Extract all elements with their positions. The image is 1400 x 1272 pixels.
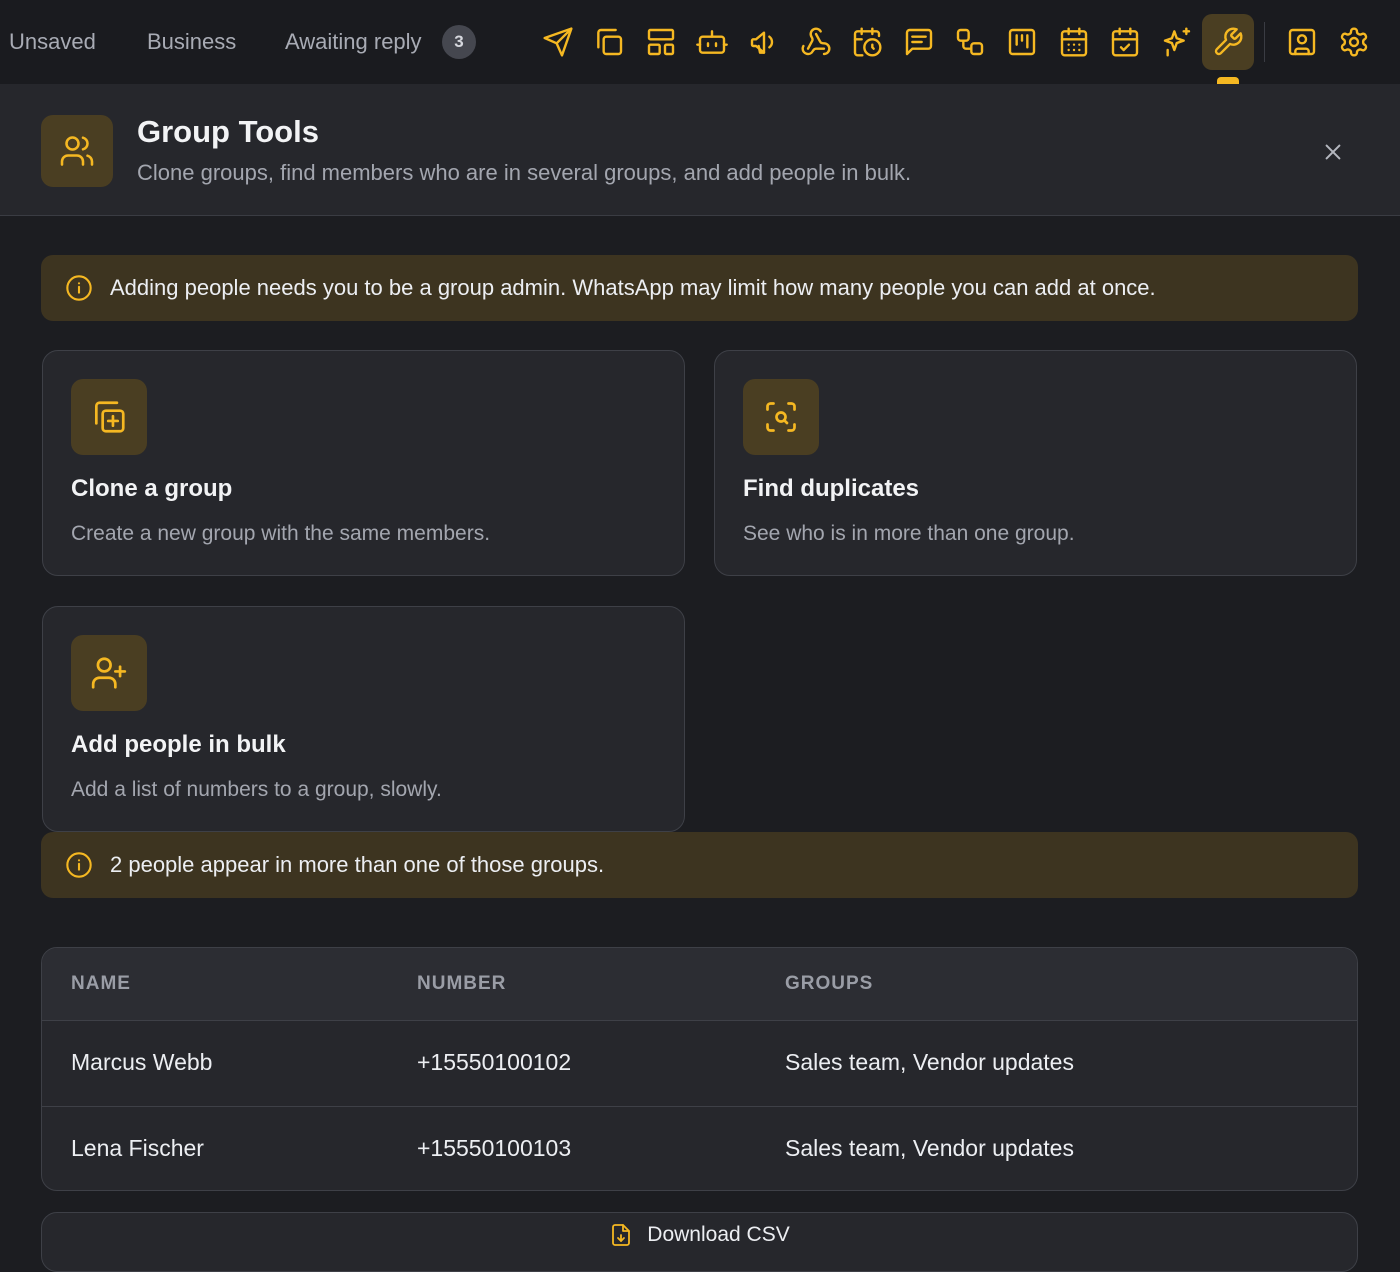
tab-unsaved[interactable]: Unsaved: [9, 28, 96, 56]
download-csv-label: Download CSV: [647, 1223, 790, 1246]
cell-number: +15550100103: [417, 1135, 572, 1161]
card-description: Create a new group with the same members…: [71, 522, 491, 545]
admin-notice: Adding people needs you to be a group ad…: [41, 255, 1358, 321]
calendar-grid-icon[interactable]: [1054, 20, 1094, 64]
cell-groups: Sales team, Vendor updates: [785, 1135, 1074, 1161]
cell-name: Lena Fischer: [71, 1135, 204, 1161]
column-header-groups: GROUPS: [785, 973, 874, 994]
bot-icon[interactable]: [692, 20, 732, 64]
duplicates-result-text: 2 people appear in more than one of thos…: [110, 852, 605, 877]
download-csv-button[interactable]: Download CSV: [41, 1212, 1358, 1272]
top-bar: Unsaved Business Awaiting reply 3: [0, 0, 1400, 84]
page-header: Group Tools Clone groups, find members w…: [0, 84, 1400, 216]
calendar-check-icon[interactable]: [1105, 20, 1145, 64]
user-plus-icon: [71, 635, 147, 711]
table-header: NAME NUMBER GROUPS: [42, 948, 1357, 1021]
card-description: See who is in more than one group.: [743, 522, 1075, 545]
copy-icon[interactable]: [589, 20, 629, 64]
column-header-name: NAME: [71, 973, 131, 994]
page-subtitle: Clone groups, find members who are in se…: [137, 160, 912, 185]
toolbar-divider: [1264, 22, 1265, 62]
gear-icon[interactable]: [1334, 20, 1374, 64]
page-title: Group Tools: [137, 114, 319, 149]
card-description: Add a list of numbers to a group, slowly…: [71, 778, 442, 801]
info-icon: [66, 275, 92, 301]
cell-name: Marcus Webb: [71, 1049, 213, 1075]
card-title: Clone a group: [71, 475, 233, 502]
clone-group-card[interactable]: Clone a group Create a new group with th…: [42, 350, 685, 576]
close-icon: [1325, 144, 1341, 160]
table-row: Lena Fischer +15550100103 Sales team, Ve…: [42, 1107, 1357, 1190]
workflow-icon[interactable]: [950, 20, 990, 64]
message-square-icon[interactable]: [899, 20, 939, 64]
calendar-clock-icon[interactable]: [847, 20, 887, 64]
awaiting-reply-count-badge: 3: [442, 25, 476, 59]
duplicates-result-notice: 2 people appear in more than one of thos…: [41, 832, 1358, 898]
cell-groups: Sales team, Vendor updates: [785, 1049, 1074, 1075]
layout-icon[interactable]: [641, 20, 681, 64]
add-people-bulk-card[interactable]: Add people in bulk Add a list of numbers…: [42, 606, 685, 832]
copy-plus-icon: [71, 379, 147, 455]
card-title: Add people in bulk: [71, 731, 286, 758]
table-row: Marcus Webb +15550100102 Sales team, Ven…: [42, 1021, 1357, 1107]
find-duplicates-card[interactable]: Find duplicates See who is in more than …: [714, 350, 1357, 576]
kanban-icon[interactable]: [1002, 20, 1042, 64]
file-download-icon: [612, 1224, 631, 1246]
contact-icon[interactable]: [1282, 20, 1322, 64]
wrench-icon[interactable]: [1202, 14, 1254, 70]
close-button[interactable]: [1316, 135, 1350, 169]
cell-number: +15550100102: [417, 1049, 572, 1075]
tab-business[interactable]: Business: [147, 28, 236, 56]
sparkles-icon[interactable]: [1157, 20, 1197, 64]
active-tool-indicator: [1217, 77, 1239, 84]
column-header-number: NUMBER: [417, 973, 507, 994]
scan-search-icon: [743, 379, 819, 455]
webhook-icon[interactable]: [796, 20, 836, 64]
tab-awaiting-reply[interactable]: Awaiting reply: [285, 28, 422, 56]
card-title: Find duplicates: [743, 475, 920, 502]
megaphone-icon[interactable]: [744, 20, 784, 64]
admin-notice-text: Adding people needs you to be a group ad…: [110, 275, 1156, 300]
duplicates-table: NAME NUMBER GROUPS Marcus Webb +15550100…: [41, 947, 1358, 1191]
info-icon: [66, 852, 92, 878]
users-icon: [41, 115, 113, 187]
send-icon[interactable]: [538, 20, 578, 64]
